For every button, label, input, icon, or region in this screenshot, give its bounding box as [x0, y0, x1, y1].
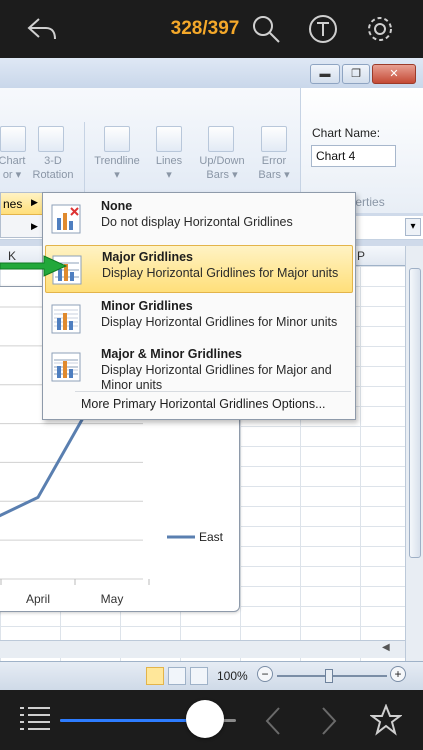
horizontal-gridlines-menu: None Do not display Horizontal Gridlines…: [42, 192, 356, 420]
column-header-p[interactable]: P: [357, 249, 365, 263]
chart-legend-label: East: [199, 530, 224, 544]
no-gridlines-icon: [51, 204, 81, 234]
submenu-arrow-icon: ▶: [31, 221, 38, 231]
menu-item-label: nes: [3, 197, 23, 211]
bookmark-star-icon[interactable]: [370, 704, 402, 736]
submenu-arrow-icon: ▶: [31, 197, 38, 207]
chart-name-label: Chart Name:: [312, 126, 381, 140]
chart-x-tick-label: May: [101, 592, 124, 606]
ribbon-item-label: 3-D: [44, 155, 62, 167]
ribbon-item-label: Trendline: [94, 155, 140, 167]
menu-item-primary-vertical-gridlines[interactable]: ▶: [1, 216, 43, 238]
menu-item-description: Display Horizontal Gridlines for Major a…: [101, 363, 332, 392]
menu-item-title: Major & Minor Gridlines: [101, 347, 242, 361]
chart-name-input[interactable]: Chart 4: [311, 145, 396, 167]
maximize-button[interactable]: ❐: [342, 64, 370, 84]
zoom-slider-thumb[interactable]: [325, 669, 333, 683]
menu-item-title: None: [101, 199, 133, 213]
ribbon-item-label: Up/Down: [199, 155, 245, 167]
lines-icon[interactable]: [156, 126, 182, 152]
gridlines-parent-menu: nes ▶ ▶: [0, 192, 43, 238]
search-icon[interactable]: [250, 13, 282, 45]
bottom-bar: [0, 690, 423, 750]
formula-expand-icon[interactable]: ▾: [405, 218, 421, 236]
vertical-scroll-thumb[interactable]: [409, 268, 421, 558]
error-bars-icon[interactable]: [261, 126, 287, 152]
menu-item-none[interactable]: None Do not display Horizontal Gridlines: [45, 195, 353, 243]
excel-screenshot: ▬ ❐ ✕ △ ? ▭ ❐ ✕ Chart or ▾ 3-D Rotation …: [0, 58, 423, 690]
top-bar: 328/397: [0, 0, 423, 58]
scroll-left-icon[interactable]: ◀: [382, 642, 390, 653]
page-layout-view-icon[interactable]: [168, 667, 186, 685]
vertical-scrollbar[interactable]: [405, 246, 423, 661]
ribbon-up-down-bars[interactable]: Up/Down Bars ▾: [192, 154, 252, 182]
page-counter: 328/397: [170, 18, 240, 39]
menu-item-more-options[interactable]: More Primary Horizontal Gridlines Option…: [81, 397, 326, 411]
trendline-icon[interactable]: [104, 126, 130, 152]
chart-x-tick-label: April: [26, 592, 50, 606]
minor-gridlines-icon: [51, 304, 81, 334]
menu-item-description: Display Horizontal Gridlines for Major u…: [102, 266, 339, 280]
menu-item-title: Major Gridlines: [102, 250, 193, 264]
green-pointer-arrow-icon: [0, 255, 68, 277]
window-title-bar: ▬ ❐ ✕: [0, 58, 423, 88]
previous-page-icon[interactable]: [262, 706, 284, 736]
next-page-icon[interactable]: [318, 706, 340, 736]
text-format-icon[interactable]: [307, 13, 339, 45]
ribbon-3d-rotation[interactable]: 3-D Rotation: [26, 154, 80, 182]
menu-item-primary-horizontal-gridlines[interactable]: nes ▶: [1, 193, 43, 215]
normal-view-icon[interactable]: [146, 667, 164, 685]
page-break-view-icon[interactable]: [190, 667, 208, 685]
zoom-level: 100%: [217, 669, 248, 683]
gear-icon[interactable]: [364, 13, 396, 45]
page-slider-fill: [60, 719, 206, 722]
ribbon-trendline[interactable]: Trendline ▾: [88, 154, 146, 182]
ribbon-item-label: Bars ▾: [206, 169, 238, 181]
up-down-bars-icon[interactable]: [208, 126, 234, 152]
ribbon-item-label: ▾: [166, 169, 172, 181]
zoom-out-icon[interactable]: −: [257, 666, 273, 682]
ribbon-item-label: Lines: [155, 155, 183, 167]
table-of-contents-icon[interactable]: [18, 704, 52, 734]
ribbon-item-label: Rotation: [32, 169, 74, 181]
back-arrow-icon[interactable]: [26, 13, 58, 45]
menu-separator: [75, 391, 351, 392]
ribbon-item-label: ▾: [114, 169, 120, 181]
menu-item-description: Do not display Horizontal Gridlines: [101, 215, 293, 229]
ribbon-lines[interactable]: Lines ▾: [150, 154, 188, 182]
menu-item-major-gridlines[interactable]: Major Gridlines Display Horizontal Gridl…: [45, 245, 353, 293]
horizontal-scrollbar[interactable]: ◀: [0, 640, 405, 658]
status-bar: 100% − +: [0, 661, 423, 690]
ribbon-item-label: Bars ▾: [258, 169, 290, 181]
3d-rotation-icon[interactable]: [38, 126, 64, 152]
menu-item-minor-gridlines[interactable]: Minor Gridlines Display Horizontal Gridl…: [45, 295, 353, 343]
ribbon-item-label: Error: [261, 155, 287, 167]
zoom-in-icon[interactable]: +: [390, 666, 406, 682]
close-window-button[interactable]: ✕: [372, 64, 416, 84]
menu-item-description: Display Horizontal Gridlines for Minor u…: [101, 315, 338, 329]
chart-floor-icon[interactable]: [0, 126, 26, 152]
menu-item-title: Minor Gridlines: [101, 299, 193, 313]
page-slider-thumb[interactable]: [186, 700, 225, 738]
minimize-button[interactable]: ▬: [310, 64, 340, 84]
menu-item-major-minor-gridlines[interactable]: Major & Minor Gridlines Display Horizont…: [45, 343, 353, 392]
major-minor-gridlines-icon: [51, 352, 81, 382]
ribbon-error-bars[interactable]: Error Bars ▾: [254, 154, 294, 182]
